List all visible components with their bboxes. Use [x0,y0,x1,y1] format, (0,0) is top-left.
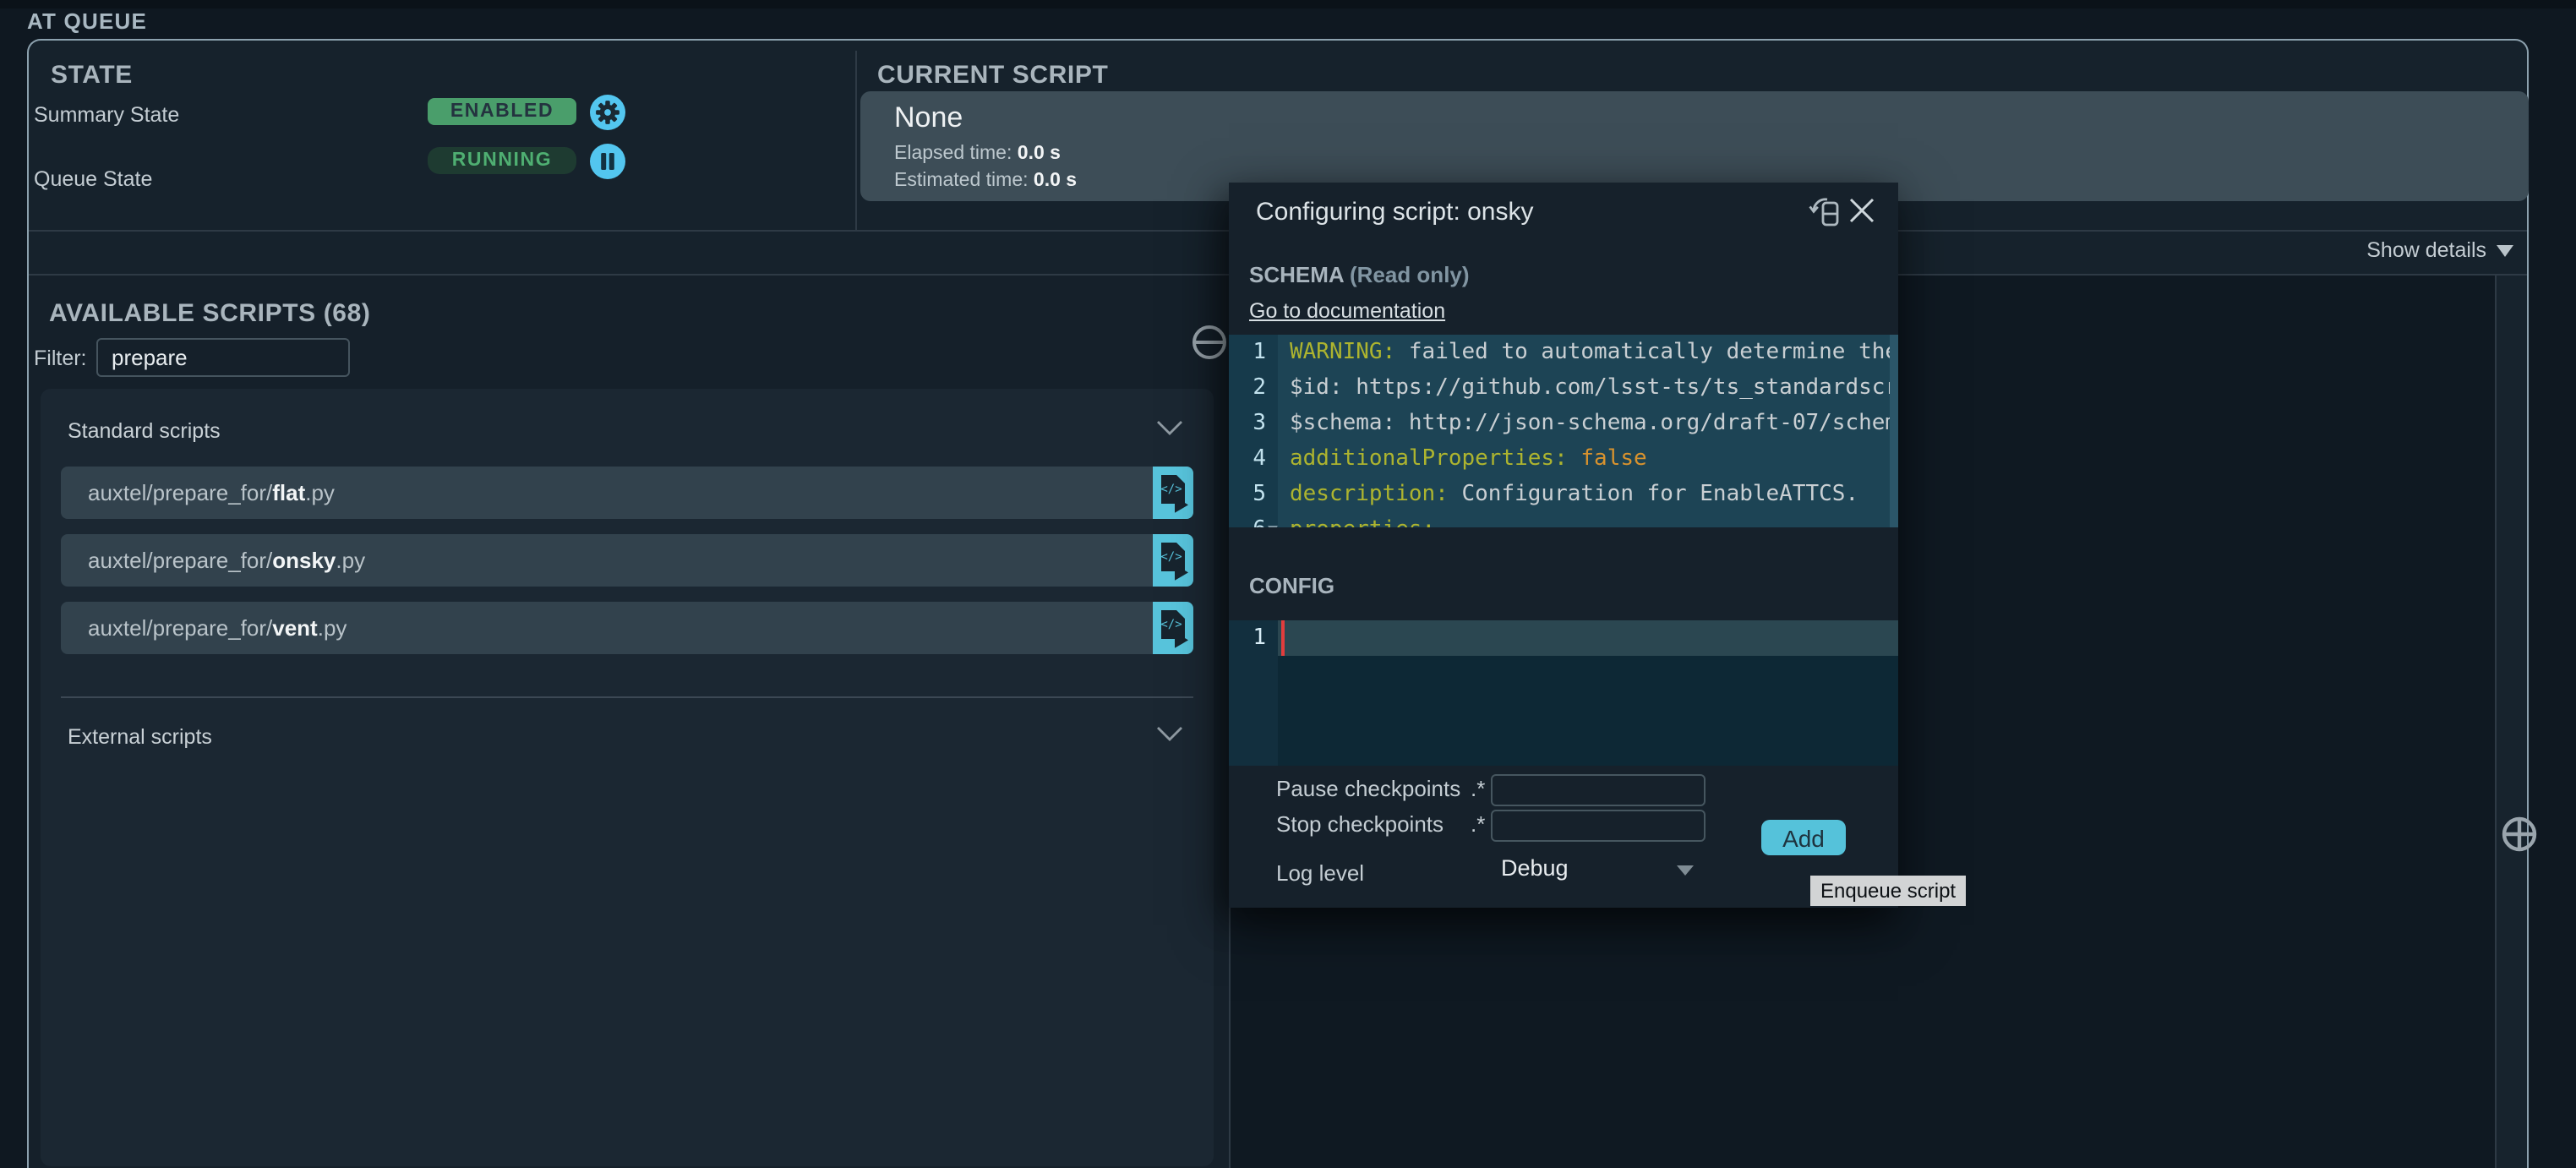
text-cursor [1281,620,1285,656]
state-section-title: STATE [51,61,133,90]
script-row-flat[interactable]: auxtel/prepare_for/flat.py </> [61,467,1193,519]
svg-text:</>: </> [1160,617,1181,630]
log-level-select[interactable]: Debug [1501,855,1569,881]
estimated-time-label: Estimated time: [894,171,1029,191]
summary-state-label: Summary State [34,103,179,127]
queue-state-badge: RUNNING [428,147,576,174]
summary-state-config-button[interactable] [590,95,625,130]
configure-script-button[interactable]: </> [1153,467,1193,519]
schema-scrollbar[interactable] [1890,335,1898,527]
script-file-icon: </> [1157,472,1189,513]
documentation-link[interactable]: Go to documentation [1249,299,1445,323]
log-level-label: Log level [1276,860,1364,886]
minus-circle-icon [1192,325,1227,360]
schema-line: 1WARNING: failed to automatically determ… [1229,335,1898,370]
pause-checkpoints-label: Pause checkpoints [1276,776,1460,801]
stop-checkpoints-input[interactable] [1491,810,1706,842]
pause-icon [590,144,625,179]
pause-checkpoints-regex: .* [1471,776,1485,801]
script-file-icon: </> [1157,540,1189,581]
enqueue-script-tooltip: Enqueue script [1810,876,1966,906]
schema-line: 3$schema: http://json-schema.org/draft-0… [1229,406,1898,441]
chevron-down-icon[interactable] [1156,419,1183,436]
panel-title: AT QUEUE [27,8,147,34]
plus-circle-icon [2502,816,2537,852]
filter-label: Filter: [34,347,87,370]
show-details-label: Show details [2366,238,2486,262]
elapsed-time-row: Elapsed time: 0.0 s [894,144,1061,164]
detach-window-button[interactable] [1807,196,1842,228]
schema-line: 4additionalProperties: false [1229,441,1898,477]
external-scripts-header[interactable]: External scripts [68,725,212,749]
chevron-down-icon[interactable] [1156,725,1183,742]
queue-pause-button[interactable] [590,144,625,179]
schema-line: 2$id: https://github.com/lsst-ts/ts_stan… [1229,370,1898,406]
scripts-list-container: Standard scripts auxtel/prepare_for/flat… [41,389,1214,1166]
svg-text:</>: </> [1160,482,1181,495]
detach-window-icon [1807,196,1842,228]
pane-divider-right [2495,276,2497,1168]
script-path: auxtel/prepare_for/flat.py [88,467,335,519]
queue-state-label: Queue State [34,167,152,191]
svg-text:</>: </> [1160,549,1181,563]
dropdown-arrow-icon[interactable] [1677,865,1694,876]
group-divider [61,696,1193,698]
script-row-onsky[interactable]: auxtel/prepare_for/onsky.py </> [61,534,1193,587]
available-scripts-title: AVAILABLE SCRIPTS (68) [49,299,370,328]
expand-pane-button[interactable] [2502,816,2537,852]
close-modal-button[interactable] [1849,198,1875,223]
collapsed-right-pane [2495,276,2527,1168]
show-details-toggle[interactable]: Show details [2366,238,2513,262]
add-button[interactable]: Add [1761,820,1846,855]
script-path: auxtel/prepare_for/onsky.py [88,534,365,587]
current-script-name: None [894,101,963,135]
script-path: auxtel/prepare_for/vent.py [88,602,347,654]
configure-script-modal: Configuring script: onsky SCHEMA (Read o… [1229,183,1898,908]
elapsed-time-value: 0.0 s [1018,144,1061,164]
current-script-title: CURRENT SCRIPT [877,61,1108,90]
estimated-time-value: 0.0 s [1034,171,1077,191]
config-editor[interactable]: 1 [1229,620,1898,766]
config-section-label: CONFIG [1249,573,1334,598]
pause-checkpoints-input[interactable] [1491,774,1706,806]
schema-line: 6properties: [1229,512,1898,527]
stop-checkpoints-regex: .* [1471,811,1485,837]
top-strip [0,0,2576,8]
chevron-down-icon [2497,244,2513,256]
fold-triangle-icon[interactable] [1268,526,1278,527]
schema-readonly-label: (Read only) [1350,262,1470,287]
at-queue-view: AT QUEUE STATE Summary State Queue State… [0,0,2576,1168]
modal-title: Configuring script: onsky [1256,198,1534,227]
summary-state-badge: ENABLED [428,98,576,125]
elapsed-time-label: Elapsed time: [894,144,1012,164]
schema-editor[interactable]: 1WARNING: failed to automatically determ… [1229,335,1898,527]
schema-section-label: SCHEMA (Read only) [1249,262,1470,287]
config-line-number: 1 [1229,620,1266,656]
schema-line: 5description: Configuration for EnableAT… [1229,477,1898,512]
configure-script-button[interactable]: </> [1153,602,1193,654]
estimated-time-row: Estimated time: 0.0 s [894,171,1077,191]
gear-icon [590,95,625,130]
script-file-icon: </> [1157,608,1189,648]
close-icon [1849,198,1875,223]
standard-scripts-header[interactable]: Standard scripts [68,419,221,443]
stop-checkpoints-label: Stop checkpoints [1276,811,1444,837]
filter-input[interactable] [96,338,350,377]
script-row-vent[interactable]: auxtel/prepare_for/vent.py </> [61,602,1193,654]
state-section-divider [855,51,857,230]
collapse-pane-button[interactable] [1192,325,1227,360]
configure-script-button[interactable]: </> [1153,534,1193,587]
